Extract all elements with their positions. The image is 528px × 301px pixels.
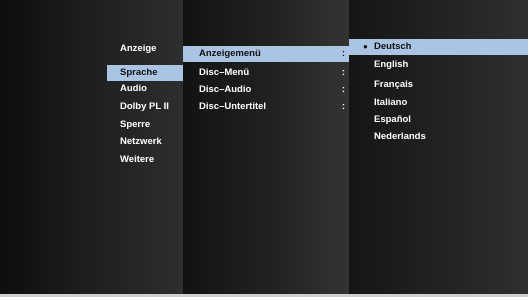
menu-item-label: Netzwerk xyxy=(120,136,162,147)
submenu-item-label: Disc–Untertitel xyxy=(199,101,267,112)
submenu-item-disc-menu[interactable]: Disc–Menü: xyxy=(183,65,349,81)
menu-item-label: Anzeige xyxy=(120,43,157,54)
menu-item-label: Sperre xyxy=(120,119,151,130)
option-italiano[interactable]: Italiano xyxy=(349,95,528,111)
option-english[interactable]: English xyxy=(349,57,528,73)
menu-item-audio[interactable]: Audio xyxy=(107,81,183,97)
option-label: Français xyxy=(374,79,414,90)
settings-screen: Anzeige Sprache Audio Dolby PL II Sperre… xyxy=(0,0,528,297)
option-label: English xyxy=(374,59,409,70)
option-label: Español xyxy=(374,114,411,125)
option-label: Italiano xyxy=(374,97,408,108)
option-label: Nederlands xyxy=(374,131,426,142)
menu-item-anzeige[interactable]: Anzeige xyxy=(107,41,183,57)
option-deutsch[interactable]: ● Deutsch xyxy=(349,39,528,55)
submenu-item-disc-audio[interactable]: Disc–Audio: xyxy=(183,82,349,98)
separator-colon: : xyxy=(341,67,345,78)
menu-item-label: Weitere xyxy=(120,154,155,165)
menu-item-weitere[interactable]: Weitere xyxy=(107,152,183,168)
selected-bullet-icon: ● xyxy=(363,42,368,51)
submenu-item-label: Anzeigemenü xyxy=(199,48,261,59)
separator-colon: : xyxy=(341,101,345,112)
menu-item-label: Dolby PL II xyxy=(120,101,169,112)
submenu-item-anzeigemenu[interactable]: Anzeigemenü: xyxy=(183,46,349,62)
bottom-divider xyxy=(0,294,528,297)
submenu-item-label: Disc–Menü xyxy=(199,67,250,78)
menu-item-sperre[interactable]: Sperre xyxy=(107,117,183,133)
submenu-item-label: Disc–Audio xyxy=(199,84,252,95)
submenu-panel xyxy=(183,0,349,294)
option-espanol[interactable]: Español xyxy=(349,112,528,128)
option-nederlands[interactable]: Nederlands xyxy=(349,129,528,145)
separator-colon: : xyxy=(341,48,345,59)
option-label: Deutsch xyxy=(374,41,412,52)
menu-item-label: Sprache xyxy=(120,67,158,78)
menu-item-label: Audio xyxy=(120,83,147,94)
option-francais[interactable]: Français xyxy=(349,77,528,93)
separator-colon: : xyxy=(341,84,345,95)
submenu-item-disc-untertitel[interactable]: Disc–Untertitel: xyxy=(183,99,349,115)
menu-item-netzwerk[interactable]: Netzwerk xyxy=(107,134,183,150)
menu-item-dolby[interactable]: Dolby PL II xyxy=(107,99,183,115)
menu-item-sprache[interactable]: Sprache xyxy=(107,65,183,81)
